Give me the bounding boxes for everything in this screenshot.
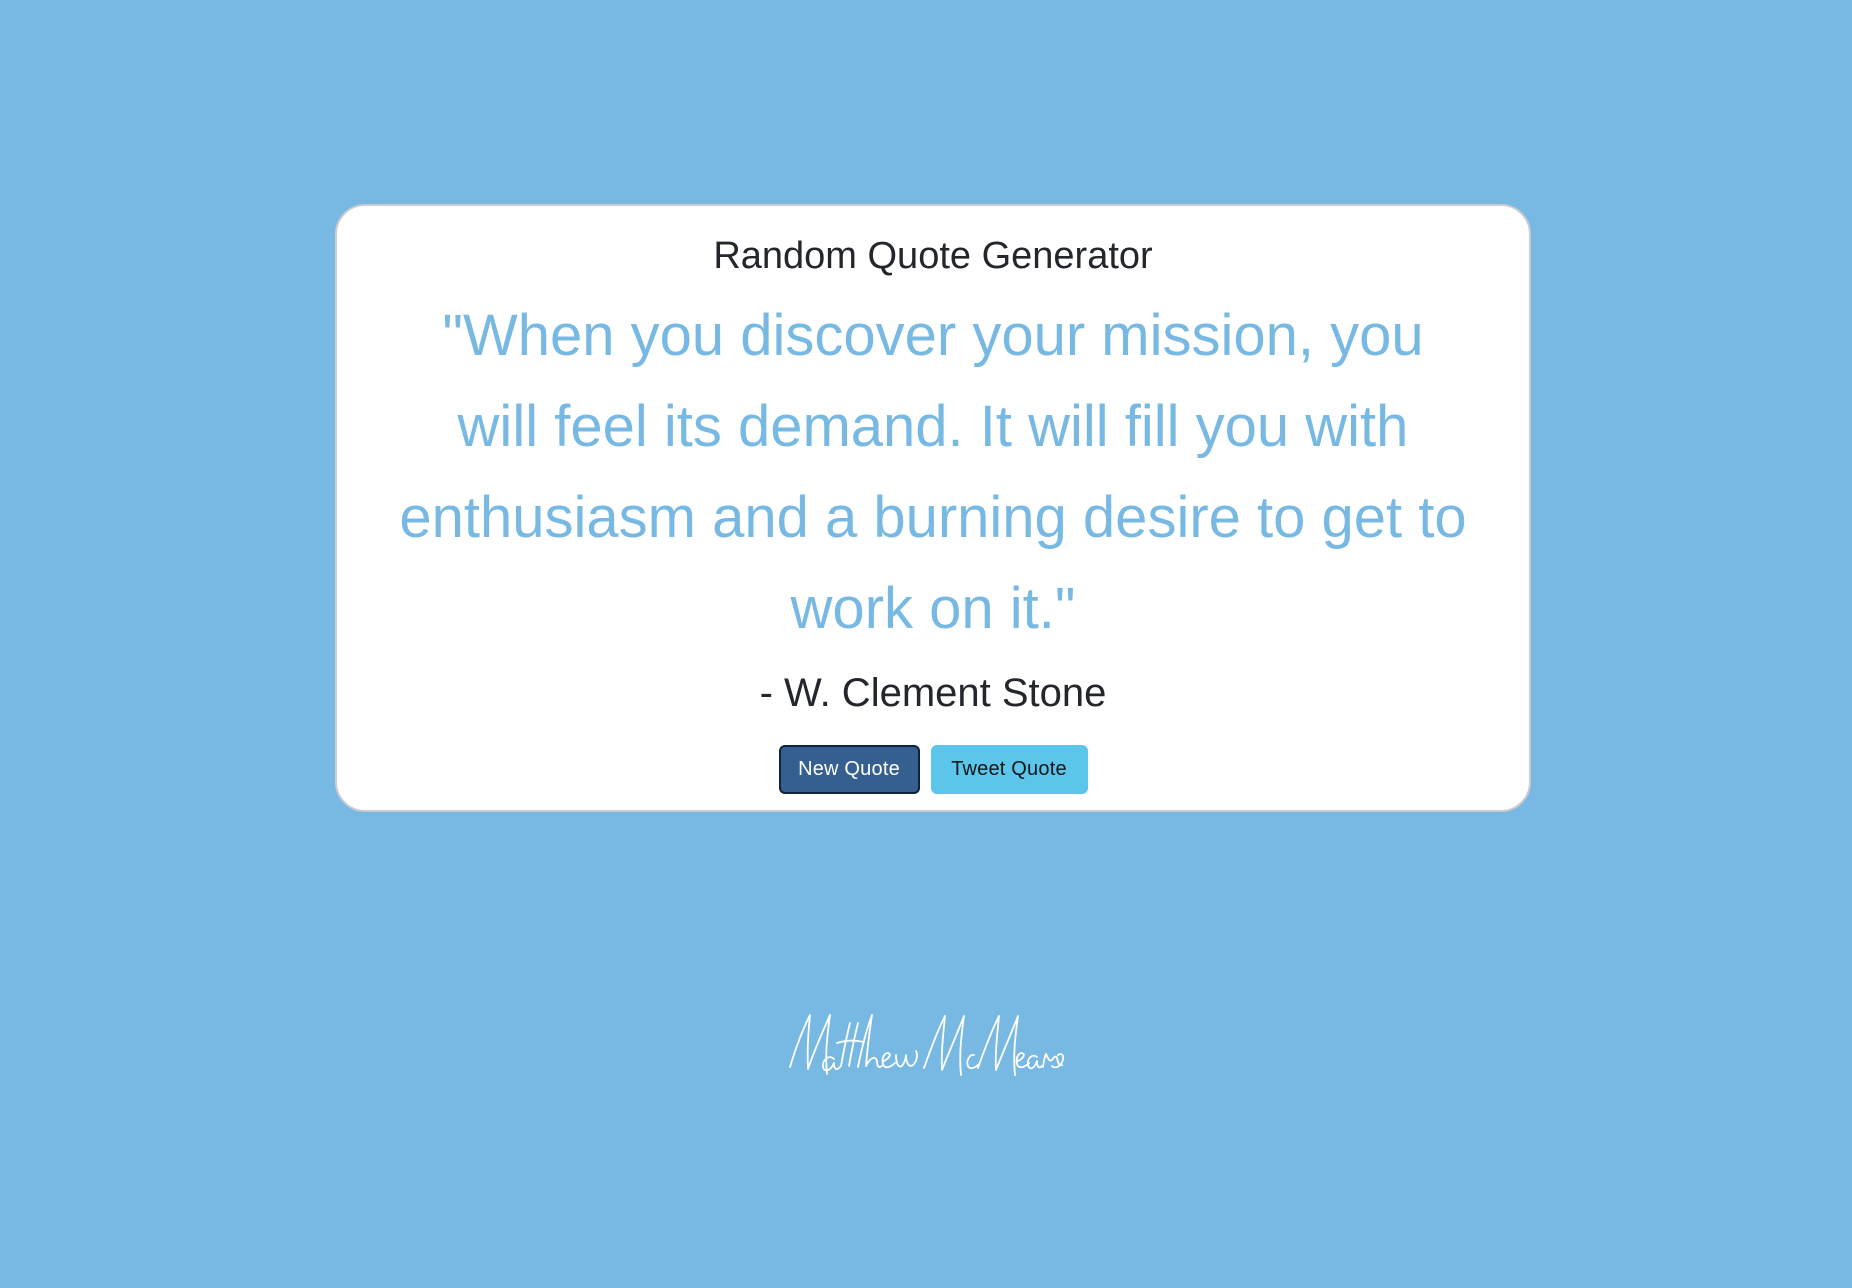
- signature-logo: [789, 1014, 1065, 1076]
- new-quote-button[interactable]: New Quote: [778, 745, 920, 794]
- quote-card: Random Quote Generator "When you discove…: [335, 204, 1531, 812]
- quote-text: "When you discover your mission, you wil…: [399, 303, 1467, 641]
- page-title: Random Quote Generator: [713, 235, 1153, 277]
- tweet-quote-button[interactable]: Tweet Quote: [930, 745, 1088, 794]
- quote-author: - W. Clement Stone: [759, 671, 1107, 715]
- button-row: New Quote Tweet Quote: [337, 745, 1529, 794]
